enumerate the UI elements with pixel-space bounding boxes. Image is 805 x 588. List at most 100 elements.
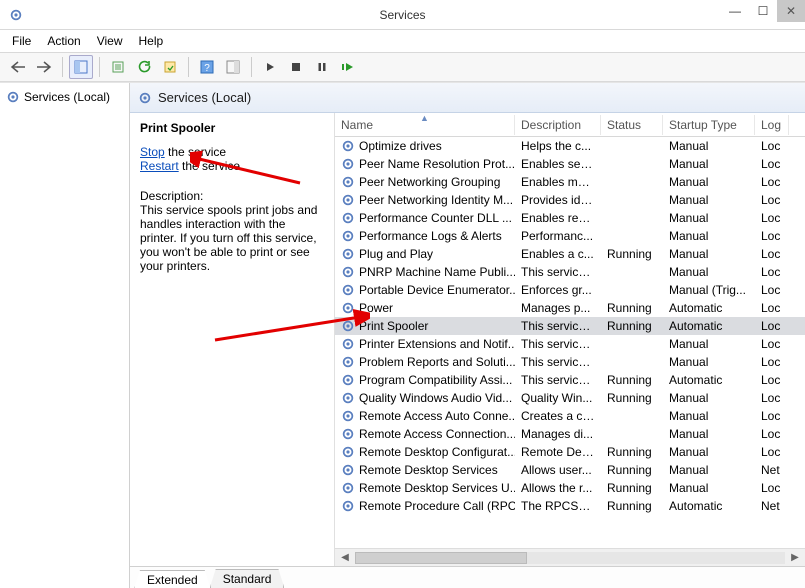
cell-status: Running [601, 391, 663, 405]
cell-name: Printer Extensions and Notif... [359, 337, 515, 351]
menu-file[interactable]: File [4, 32, 39, 50]
cell-startup: Manual [663, 445, 755, 459]
cell-logon: Loc [755, 427, 789, 441]
tree-root-services-local[interactable]: Services (Local) [4, 89, 125, 105]
gear-icon [341, 157, 355, 171]
service-row[interactable]: Optimize drivesHelps the c...ManualLoc [335, 137, 805, 155]
menu-view[interactable]: View [89, 32, 131, 50]
service-row[interactable]: Program Compatibility Assi...This servic… [335, 371, 805, 389]
help-button[interactable]: ? [195, 55, 219, 79]
cell-name: Remote Desktop Services U... [359, 481, 515, 495]
maximize-button[interactable]: ☐ [749, 0, 777, 22]
restart-service-link[interactable]: Restart [140, 159, 179, 173]
service-row[interactable]: Peer Networking GroupingEnables mul...Ma… [335, 173, 805, 191]
service-row[interactable]: Print SpoolerThis service ...RunningAuto… [335, 317, 805, 335]
service-row[interactable]: Peer Networking Identity M...Provides id… [335, 191, 805, 209]
cell-startup: Manual (Trig... [663, 283, 755, 297]
cell-status: Running [601, 373, 663, 387]
cell-startup: Manual [663, 481, 755, 495]
cell-startup: Automatic [663, 301, 755, 315]
service-row[interactable]: Remote Desktop ServicesAllows user...Run… [335, 461, 805, 479]
service-row[interactable]: Remote Access Connection...Manages di...… [335, 425, 805, 443]
cell-description: Enables rem... [515, 211, 601, 225]
description-text: This service spools print jobs and handl… [140, 203, 324, 273]
cell-startup: Manual [663, 211, 755, 225]
service-row[interactable]: Performance Counter DLL ...Enables rem..… [335, 209, 805, 227]
gear-icon [341, 211, 355, 225]
cell-startup: Automatic [663, 373, 755, 387]
properties-button[interactable] [158, 55, 182, 79]
gear-icon [341, 373, 355, 387]
cell-startup: Manual [663, 157, 755, 171]
cell-name: PNRP Machine Name Publi... [359, 265, 515, 279]
forward-button[interactable] [32, 55, 56, 79]
scroll-right-icon[interactable]: ▶ [787, 552, 803, 563]
scroll-thumb[interactable] [355, 552, 527, 564]
cell-logon: Loc [755, 337, 789, 351]
cell-logon: Net [755, 499, 789, 513]
scroll-left-icon[interactable]: ◀ [337, 552, 353, 563]
cell-name: Program Compatibility Assi... [359, 373, 512, 387]
horizontal-scrollbar[interactable]: ◀ ▶ [335, 548, 805, 566]
service-row[interactable]: Remote Access Auto Conne...Creates a co.… [335, 407, 805, 425]
action-pane-button[interactable] [221, 55, 245, 79]
window-title: Services [0, 8, 805, 22]
service-row[interactable]: Problem Reports and Soluti...This servic… [335, 353, 805, 371]
restart-service-button[interactable] [336, 55, 360, 79]
refresh-button[interactable] [132, 55, 156, 79]
cell-description: Creates a co... [515, 409, 601, 423]
stop-service-link[interactable]: Stop [140, 145, 165, 159]
cell-description: Remote Des... [515, 445, 601, 459]
pause-service-button[interactable] [310, 55, 334, 79]
cell-description: This service ... [515, 355, 601, 369]
cell-startup: Manual [663, 139, 755, 153]
cell-description: Allows user... [515, 463, 601, 477]
scroll-track[interactable] [355, 552, 785, 564]
service-row[interactable]: Printer Extensions and Notif...This serv… [335, 335, 805, 353]
tab-extended[interactable]: Extended [134, 570, 211, 588]
svg-text:?: ? [204, 63, 210, 74]
cell-name: Remote Procedure Call (RPC) [359, 499, 515, 513]
col-header-startup[interactable]: Startup Type [663, 115, 755, 135]
gear-icon [341, 283, 355, 297]
cell-name: Plug and Play [359, 247, 433, 261]
cell-startup: Manual [663, 265, 755, 279]
col-header-status[interactable]: Status [601, 115, 663, 135]
service-row[interactable]: PNRP Machine Name Publi...This service .… [335, 263, 805, 281]
minimize-button[interactable]: — [721, 0, 749, 22]
cell-name: Peer Networking Identity M... [359, 193, 513, 207]
cell-logon: Loc [755, 481, 789, 495]
service-row[interactable]: Portable Device Enumerator...Enforces gr… [335, 281, 805, 299]
cell-description: Enforces gr... [515, 283, 601, 297]
service-row[interactable]: Peer Name Resolution Prot...Enables serv… [335, 155, 805, 173]
console-tree: Services (Local) [0, 83, 130, 588]
service-row[interactable]: Remote Procedure Call (RPC)The RPCSS ...… [335, 497, 805, 515]
col-header-description[interactable]: Description [515, 115, 601, 135]
service-row[interactable]: Remote Desktop Services U...Allows the r… [335, 479, 805, 497]
back-button[interactable] [6, 55, 30, 79]
service-row[interactable]: Performance Logs & AlertsPerformanc...Ma… [335, 227, 805, 245]
cell-startup: Manual [663, 175, 755, 189]
menu-help[interactable]: Help [131, 32, 172, 50]
gear-icon [341, 391, 355, 405]
start-service-button[interactable] [258, 55, 282, 79]
gear-icon [341, 175, 355, 189]
cell-description: Performanc... [515, 229, 601, 243]
service-row[interactable]: Quality Windows Audio Vid...Quality Win.… [335, 389, 805, 407]
cell-logon: Loc [755, 211, 789, 225]
export-list-button[interactable] [106, 55, 130, 79]
service-row[interactable]: PowerManages p...RunningAutomaticLoc [335, 299, 805, 317]
cell-status: Running [601, 319, 663, 333]
right-pane-header: Services (Local) [130, 83, 805, 113]
service-row[interactable]: Plug and PlayEnables a c...RunningManual… [335, 245, 805, 263]
tree-root-label: Services (Local) [24, 90, 110, 104]
col-header-name[interactable]: ▲ Name [335, 115, 515, 135]
close-button[interactable]: ✕ [777, 0, 805, 22]
service-row[interactable]: Remote Desktop Configurat...Remote Des..… [335, 443, 805, 461]
tab-standard[interactable]: Standard [210, 569, 285, 588]
menu-action[interactable]: Action [39, 32, 88, 50]
col-header-logon[interactable]: Log [755, 115, 789, 135]
cell-logon: Loc [755, 265, 789, 279]
stop-service-button[interactable] [284, 55, 308, 79]
show-hide-console-tree-button[interactable] [69, 55, 93, 79]
